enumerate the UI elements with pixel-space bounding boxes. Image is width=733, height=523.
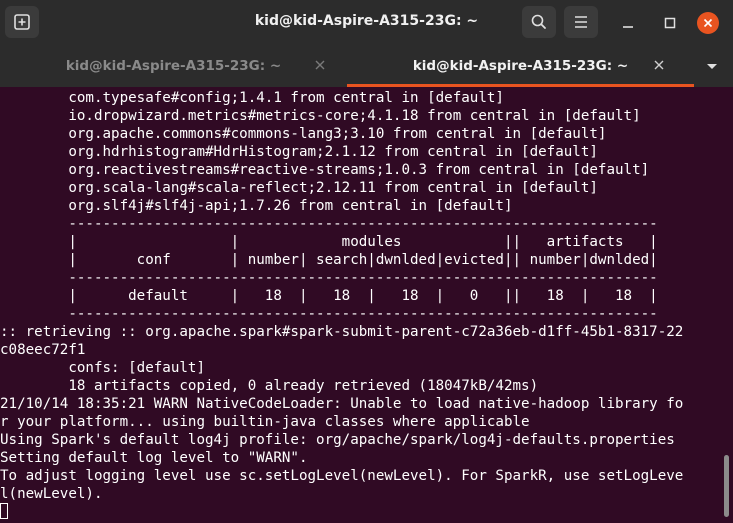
- terminal-line: org.slf4j#slf4j-api;1.7.26 from central …: [0, 198, 513, 214]
- terminal-line: c08eec72f1: [0, 342, 86, 358]
- tab-bar: kid@kid-Aspire-A315-23G: ~ kid@kid-Aspir…: [0, 44, 733, 87]
- maximize-icon: [664, 17, 676, 29]
- title-bar[interactable]: kid@kid-Aspire-A315-23G: ~: [0, 0, 733, 44]
- terminal-line: confs: [default]: [0, 360, 205, 376]
- terminal-line: Using Spark's default log4j profile: org…: [0, 432, 675, 448]
- terminal-line: ----------------------------------------…: [0, 216, 658, 232]
- tab-terminal-1[interactable]: kid@kid-Aspire-A315-23G: ~: [0, 44, 347, 87]
- terminal-window: kid@kid-Aspire-A315-23G: ~ kid@kid-Aspir…: [0, 0, 733, 523]
- active-tab-indicator: [347, 84, 694, 87]
- prompt-line[interactable]: [0, 503, 733, 521]
- terminal-line: Setting default log level to "WARN".: [0, 450, 308, 466]
- terminal-line: org.hdrhistogram#HdrHistogram;2.1.12 fro…: [0, 144, 598, 160]
- search-icon: [531, 14, 546, 29]
- tab-terminal-2[interactable]: kid@kid-Aspire-A315-23G: ~: [347, 44, 694, 87]
- tab-close-button[interactable]: [652, 58, 666, 72]
- search-button[interactable]: [522, 6, 556, 38]
- terminal-line: l(newLevel).: [0, 486, 103, 502]
- tab-label: kid@kid-Aspire-A315-23G: ~: [65, 58, 282, 74]
- terminal-line: org.scala-lang#scala-reflect;2.12.11 fro…: [0, 180, 598, 196]
- terminal-line: org.reactivestreams#reactive-streams;1.0…: [0, 162, 650, 178]
- terminal-line: r your platform... using builtin-java cl…: [0, 414, 530, 430]
- minimize-button[interactable]: [617, 12, 639, 34]
- terminal-line: ----------------------------------------…: [0, 270, 658, 286]
- terminal-line: com.typesafe#config;1.4.1 from central i…: [0, 90, 504, 106]
- terminal-line: :: retrieving :: org.apache.spark#spark-…: [0, 324, 684, 340]
- text-cursor: [0, 503, 8, 519]
- tab-list-dropdown[interactable]: [702, 56, 722, 76]
- minimize-icon: [623, 26, 633, 28]
- maximize-button[interactable]: [659, 12, 681, 34]
- terminal-line: | conf | number| search|dwnlded|evicted|…: [0, 252, 658, 268]
- terminal-line: io.dropwizard.metrics#metrics-core;4.1.1…: [0, 108, 641, 124]
- terminal-line: | default | 18 | 18 | 18 | 0 || 18 | 18 …: [0, 288, 658, 304]
- tab-label: kid@kid-Aspire-A315-23G: ~: [412, 58, 629, 74]
- terminal-output[interactable]: com.typesafe#config;1.4.1 from central i…: [0, 89, 733, 523]
- scrollbar-thumb[interactable]: [724, 455, 729, 517]
- hamburger-menu-icon: [575, 16, 587, 28]
- close-window-button[interactable]: [697, 12, 719, 34]
- terminal-line: To adjust logging level use sc.setLogLev…: [0, 468, 684, 484]
- terminal-line: org.apache.commons#commons-lang3;3.10 fr…: [0, 126, 607, 142]
- close-icon: [315, 60, 325, 70]
- chevron-down-icon: [707, 64, 717, 69]
- close-icon: [654, 60, 664, 70]
- menu-button[interactable]: [564, 6, 598, 38]
- tab-close-button[interactable]: [313, 58, 327, 72]
- terminal-line: ----------------------------------------…: [0, 306, 658, 322]
- close-icon: [703, 18, 713, 28]
- terminal-line: | | modules || artifacts |: [0, 234, 658, 250]
- terminal-line: 21/10/14 18:35:21 WARN NativeCodeLoader:…: [0, 396, 684, 412]
- terminal-line: 18 artifacts copied, 0 already retrieved…: [0, 378, 539, 394]
